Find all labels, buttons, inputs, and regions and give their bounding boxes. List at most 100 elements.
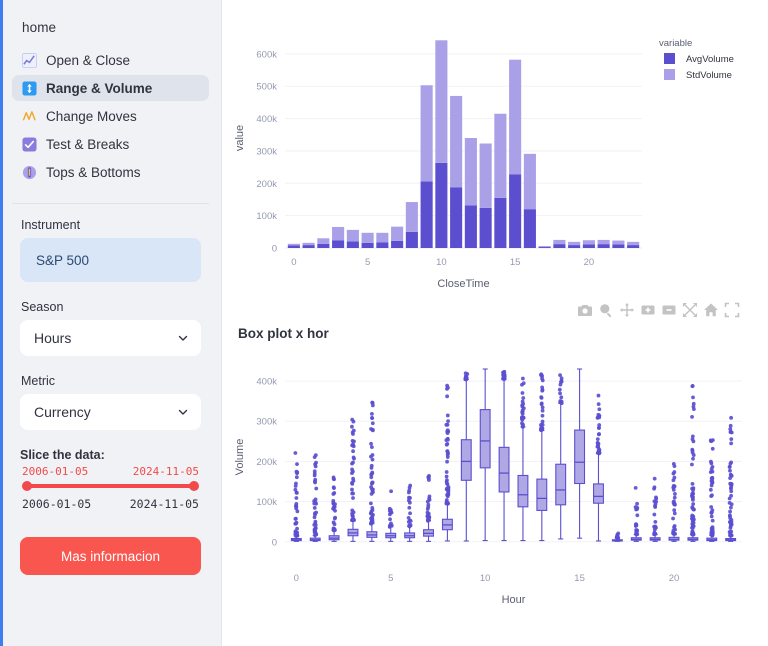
instrument-select[interactable]: S&P 500 bbox=[20, 238, 201, 282]
bar-stdvolume[interactable] bbox=[450, 95, 463, 188]
legend-label[interactable]: StdVolume bbox=[686, 70, 732, 81]
sidebar-item-range-volume[interactable]: Range & Volume bbox=[12, 75, 209, 101]
bar-avgvolume[interactable] bbox=[332, 240, 345, 248]
bar-stdvolume[interactable] bbox=[538, 246, 551, 248]
bar-stdvolume[interactable] bbox=[376, 232, 389, 243]
plotly-modebar[interactable] bbox=[222, 300, 768, 320]
bar-avgvolume[interactable] bbox=[302, 245, 315, 248]
zoom-out-icon[interactable] bbox=[661, 302, 677, 318]
bar-avgvolume[interactable] bbox=[627, 245, 640, 248]
box-plot-item[interactable] bbox=[347, 417, 359, 542]
bar-stdvolume[interactable] bbox=[346, 229, 359, 242]
zoom-icon[interactable] bbox=[598, 302, 614, 318]
bar-stdvolume[interactable] bbox=[568, 241, 581, 246]
bar-avgvolume[interactable] bbox=[435, 162, 448, 248]
bar-avgvolume[interactable] bbox=[523, 209, 536, 248]
bar-stdvolume[interactable] bbox=[553, 239, 566, 245]
bar-stdvolume[interactable] bbox=[317, 238, 330, 244]
sidebar-item-tops-bottoms[interactable]: Tops & Bottoms bbox=[12, 159, 209, 185]
bar-avgvolume[interactable] bbox=[287, 245, 300, 248]
zoom-in-icon[interactable] bbox=[640, 302, 656, 318]
box-plot-item[interactable] bbox=[498, 369, 510, 542]
box-plot-svg[interactable]: 0 100k 200k 300k 400k 0 5 10 15 20 Volume Hour bbox=[222, 341, 760, 621]
bar-avgvolume[interactable] bbox=[420, 181, 433, 248]
slider-knob-min[interactable] bbox=[22, 481, 32, 491]
bar-stdvolume[interactable] bbox=[597, 239, 610, 245]
bar-stdvolume[interactable] bbox=[612, 240, 625, 245]
metric-select[interactable]: Currency bbox=[20, 394, 201, 430]
season-select[interactable]: Hours bbox=[20, 320, 201, 356]
box-plot-item[interactable] bbox=[404, 483, 416, 542]
bar-chart-svg[interactable]: 0 100k 200k 300k 400k 500k 600k 0 5 10 15 20 value Cl… bbox=[222, 0, 760, 300]
box-plot-item[interactable] bbox=[441, 383, 453, 542]
pan-icon[interactable] bbox=[619, 302, 635, 318]
legend-label[interactable]: AvgVolume bbox=[686, 54, 734, 65]
bar-stdvolume[interactable] bbox=[287, 243, 300, 246]
bar-avgvolume[interactable] bbox=[538, 247, 551, 248]
legend-swatch[interactable] bbox=[664, 69, 675, 80]
bar-avgvolume[interactable] bbox=[582, 244, 595, 248]
bar-stdvolume[interactable] bbox=[391, 226, 404, 241]
bar-stdvolume[interactable] bbox=[464, 138, 477, 206]
box-plot-item[interactable] bbox=[725, 415, 737, 542]
legend-swatch[interactable] bbox=[664, 53, 675, 64]
bar-avgvolume[interactable] bbox=[568, 245, 581, 248]
bar-avgvolume[interactable] bbox=[376, 242, 389, 249]
box-plot-item[interactable] bbox=[536, 372, 548, 542]
box-plot-item[interactable] bbox=[593, 393, 604, 542]
sidebar-item-test-breaks[interactable]: Test & Breaks bbox=[12, 131, 209, 157]
box-plot-item[interactable] bbox=[706, 438, 718, 542]
date-range-slider[interactable]: 2006-01-05 2024-11-05 2006-01-05 2024-11… bbox=[20, 465, 201, 511]
range-volume-bar-chart[interactable]: 0 100k 200k 300k 400k 500k 600k 0 5 10 15 20 value Cl… bbox=[222, 0, 768, 300]
box-plot-item[interactable] bbox=[328, 475, 340, 542]
bar-stdvolume[interactable] bbox=[332, 226, 345, 241]
bar-stdvolume[interactable] bbox=[405, 202, 418, 232]
bar-stdvolume[interactable] bbox=[582, 240, 595, 245]
fullscreen-icon[interactable] bbox=[724, 302, 740, 318]
box-plot-item[interactable] bbox=[366, 400, 378, 542]
box-plot-item[interactable] bbox=[460, 371, 472, 542]
bar-stdvolume[interactable] bbox=[361, 232, 374, 243]
camera-icon[interactable] bbox=[577, 302, 593, 318]
bar-avgvolume[interactable] bbox=[391, 240, 404, 248]
bar-stdvolume[interactable] bbox=[523, 153, 536, 210]
bar-stdvolume[interactable] bbox=[509, 59, 522, 175]
bar-stdvolume[interactable] bbox=[435, 40, 448, 163]
bar-avgvolume[interactable] bbox=[346, 241, 359, 248]
bar-avgvolume[interactable] bbox=[361, 242, 374, 248]
bar-avgvolume[interactable] bbox=[464, 205, 477, 248]
bar-avgvolume[interactable] bbox=[317, 243, 330, 248]
box-plot-item[interactable] bbox=[611, 531, 623, 542]
bar-stdvolume[interactable] bbox=[479, 143, 492, 208]
sidebar-item-change-moves[interactable]: Change Moves bbox=[12, 103, 209, 129]
bar-avgvolume[interactable] bbox=[597, 244, 610, 248]
slider-knob-max[interactable] bbox=[189, 481, 199, 491]
bar-avgvolume[interactable] bbox=[405, 231, 418, 248]
bar-avgvolume[interactable] bbox=[612, 244, 625, 248]
box-plot-item[interactable] bbox=[687, 384, 699, 542]
bar-stdvolume[interactable] bbox=[494, 113, 507, 198]
home-icon[interactable] bbox=[703, 302, 719, 318]
box-plot-item[interactable] bbox=[649, 476, 661, 542]
bar-avgvolume[interactable] bbox=[450, 187, 463, 249]
slider-track[interactable] bbox=[22, 480, 199, 492]
mas-informacion-button[interactable]: Mas informacion bbox=[20, 537, 201, 575]
autoscale-icon[interactable] bbox=[682, 302, 698, 318]
bar-avgvolume[interactable] bbox=[509, 174, 522, 248]
bar-stdvolume[interactable] bbox=[420, 85, 433, 182]
box-plot-item[interactable] bbox=[290, 451, 302, 542]
volume-box-plot[interactable]: Box plot x hor 0 100k 200k 300k 400k 0 5 10 15 20… bbox=[222, 320, 768, 621]
box-plot-item[interactable] bbox=[423, 474, 434, 542]
box-plot-item[interactable] bbox=[555, 373, 567, 540]
bar-stdvolume[interactable] bbox=[627, 241, 640, 246]
box-plot-item[interactable] bbox=[517, 376, 529, 542]
bar-stdvolume[interactable] bbox=[302, 242, 315, 246]
box-plot-item[interactable] bbox=[574, 368, 586, 539]
box-plot-item[interactable] bbox=[309, 453, 321, 542]
bar-avgvolume[interactable] bbox=[479, 207, 492, 248]
box-plot-item[interactable] bbox=[385, 489, 397, 542]
box-plot-item[interactable] bbox=[630, 485, 642, 542]
sidebar-item-open-close[interactable]: Open & Close bbox=[12, 47, 209, 73]
nav-home[interactable]: home bbox=[12, 14, 209, 45]
box-plot-item[interactable] bbox=[479, 368, 491, 542]
